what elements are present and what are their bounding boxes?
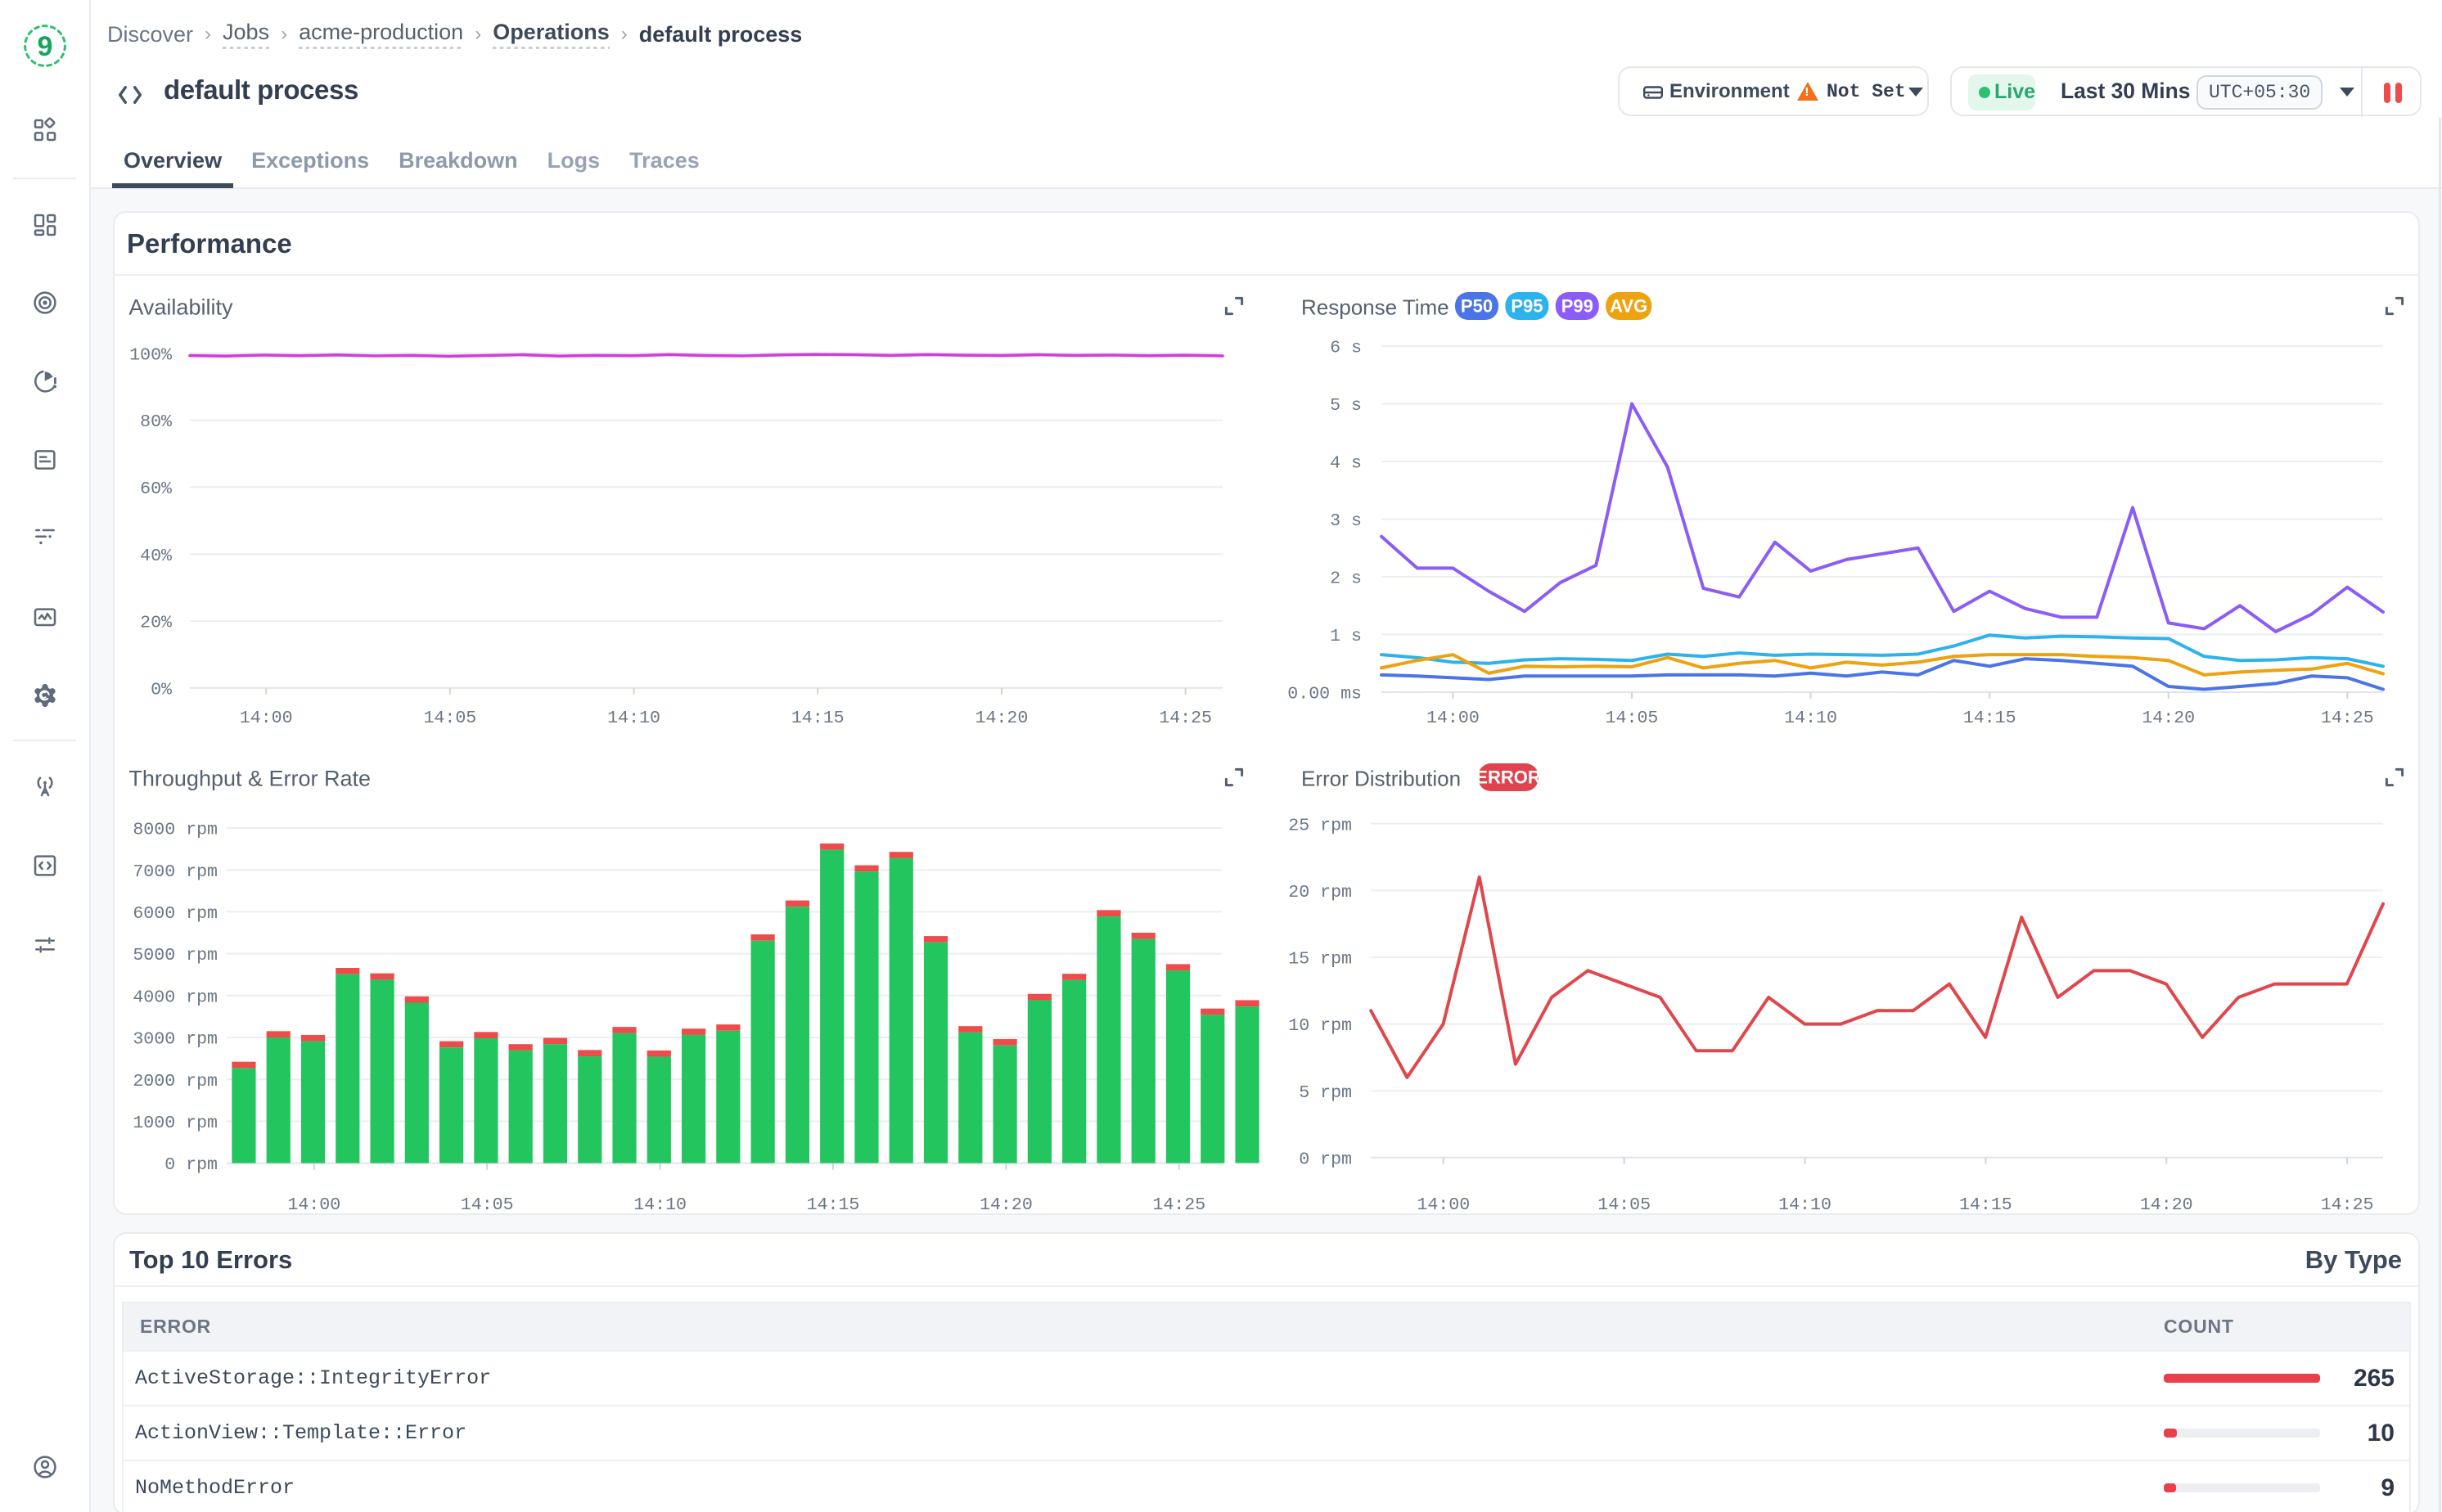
- svg-text:4000 rpm: 4000 rpm: [133, 988, 218, 1007]
- svg-text:14:00: 14:00: [1417, 1195, 1470, 1215]
- svg-text:2000 rpm: 2000 rpm: [133, 1072, 218, 1091]
- svg-text:4 s: 4 s: [1330, 454, 1362, 474]
- svg-text:5000 rpm: 5000 rpm: [133, 946, 218, 965]
- svg-text:7000 rpm: 7000 rpm: [133, 862, 218, 882]
- svg-text:5 s: 5 s: [1330, 396, 1362, 416]
- svg-text:14:15: 14:15: [807, 1195, 860, 1215]
- svg-text:14:00: 14:00: [287, 1195, 340, 1215]
- svg-text:14:10: 14:10: [607, 709, 660, 728]
- svg-text:80%: 80%: [140, 412, 172, 432]
- svg-text:5 rpm: 5 rpm: [1299, 1083, 1352, 1103]
- svg-text:Response Time: Response Time: [1301, 295, 1449, 320]
- svg-text:14:25: 14:25: [2321, 709, 2374, 728]
- svg-text:3000 rpm: 3000 rpm: [133, 1030, 218, 1050]
- svg-text:Error Distribution: Error Distribution: [1301, 767, 1461, 791]
- svg-text:60%: 60%: [140, 479, 172, 499]
- svg-text:14:20: 14:20: [975, 709, 1029, 728]
- svg-text:P99: P99: [1561, 296, 1593, 317]
- svg-text:14:15: 14:15: [791, 709, 845, 728]
- svg-text:0.00 ms: 0.00 ms: [1287, 685, 1362, 704]
- svg-text:6 s: 6 s: [1330, 339, 1362, 358]
- svg-text:14:05: 14:05: [1597, 1195, 1651, 1215]
- svg-text:0%: 0%: [151, 680, 172, 700]
- svg-text:14:25: 14:25: [1152, 1195, 1205, 1215]
- svg-text:14:10: 14:10: [1778, 1195, 1832, 1215]
- svg-text:AVG: AVG: [1610, 296, 1647, 317]
- svg-text:P50: P50: [1461, 296, 1493, 317]
- svg-text:P95: P95: [1511, 296, 1543, 317]
- svg-text:100%: 100%: [129, 345, 172, 365]
- svg-text:9: 9: [37, 31, 52, 62]
- svg-text:15 rpm: 15 rpm: [1288, 950, 1352, 970]
- svg-text:14:10: 14:10: [633, 1195, 687, 1215]
- svg-text:0 rpm: 0 rpm: [164, 1155, 218, 1175]
- svg-text:Throughput & Error Rate: Throughput & Error Rate: [128, 767, 371, 791]
- svg-text:14:15: 14:15: [1959, 1195, 2012, 1215]
- svg-text:14:00: 14:00: [1426, 709, 1480, 728]
- svg-text:14:25: 14:25: [2321, 1195, 2374, 1215]
- svg-text:14:05: 14:05: [1606, 709, 1659, 728]
- svg-text:8000 rpm: 8000 rpm: [133, 821, 218, 840]
- svg-text:14:20: 14:20: [980, 1195, 1033, 1215]
- svg-text:14:05: 14:05: [461, 1195, 514, 1215]
- svg-text:6000 rpm: 6000 rpm: [133, 904, 218, 924]
- svg-text:10 rpm: 10 rpm: [1288, 1016, 1352, 1036]
- svg-text:ERROR: ERROR: [1476, 767, 1541, 788]
- svg-text:20 rpm: 20 rpm: [1288, 883, 1352, 902]
- svg-text:14:25: 14:25: [1159, 709, 1212, 728]
- svg-text:Availability: Availability: [128, 295, 233, 320]
- svg-text:14:00: 14:00: [240, 709, 293, 728]
- svg-text:40%: 40%: [140, 547, 172, 566]
- svg-text:14:05: 14:05: [423, 709, 476, 728]
- svg-text:25 rpm: 25 rpm: [1288, 816, 1352, 835]
- svg-text:3 s: 3 s: [1330, 511, 1362, 531]
- svg-text:0 rpm: 0 rpm: [1299, 1150, 1352, 1169]
- svg-text:2 s: 2 s: [1330, 569, 1362, 589]
- svg-text:14:20: 14:20: [2142, 709, 2195, 728]
- svg-text:1 s: 1 s: [1330, 627, 1362, 646]
- svg-text:14:20: 14:20: [2140, 1195, 2193, 1215]
- svg-text:14:15: 14:15: [1963, 709, 2016, 728]
- svg-text:20%: 20%: [140, 614, 172, 633]
- svg-text:1000 rpm: 1000 rpm: [133, 1114, 218, 1133]
- svg-text:14:10: 14:10: [1784, 709, 1837, 728]
